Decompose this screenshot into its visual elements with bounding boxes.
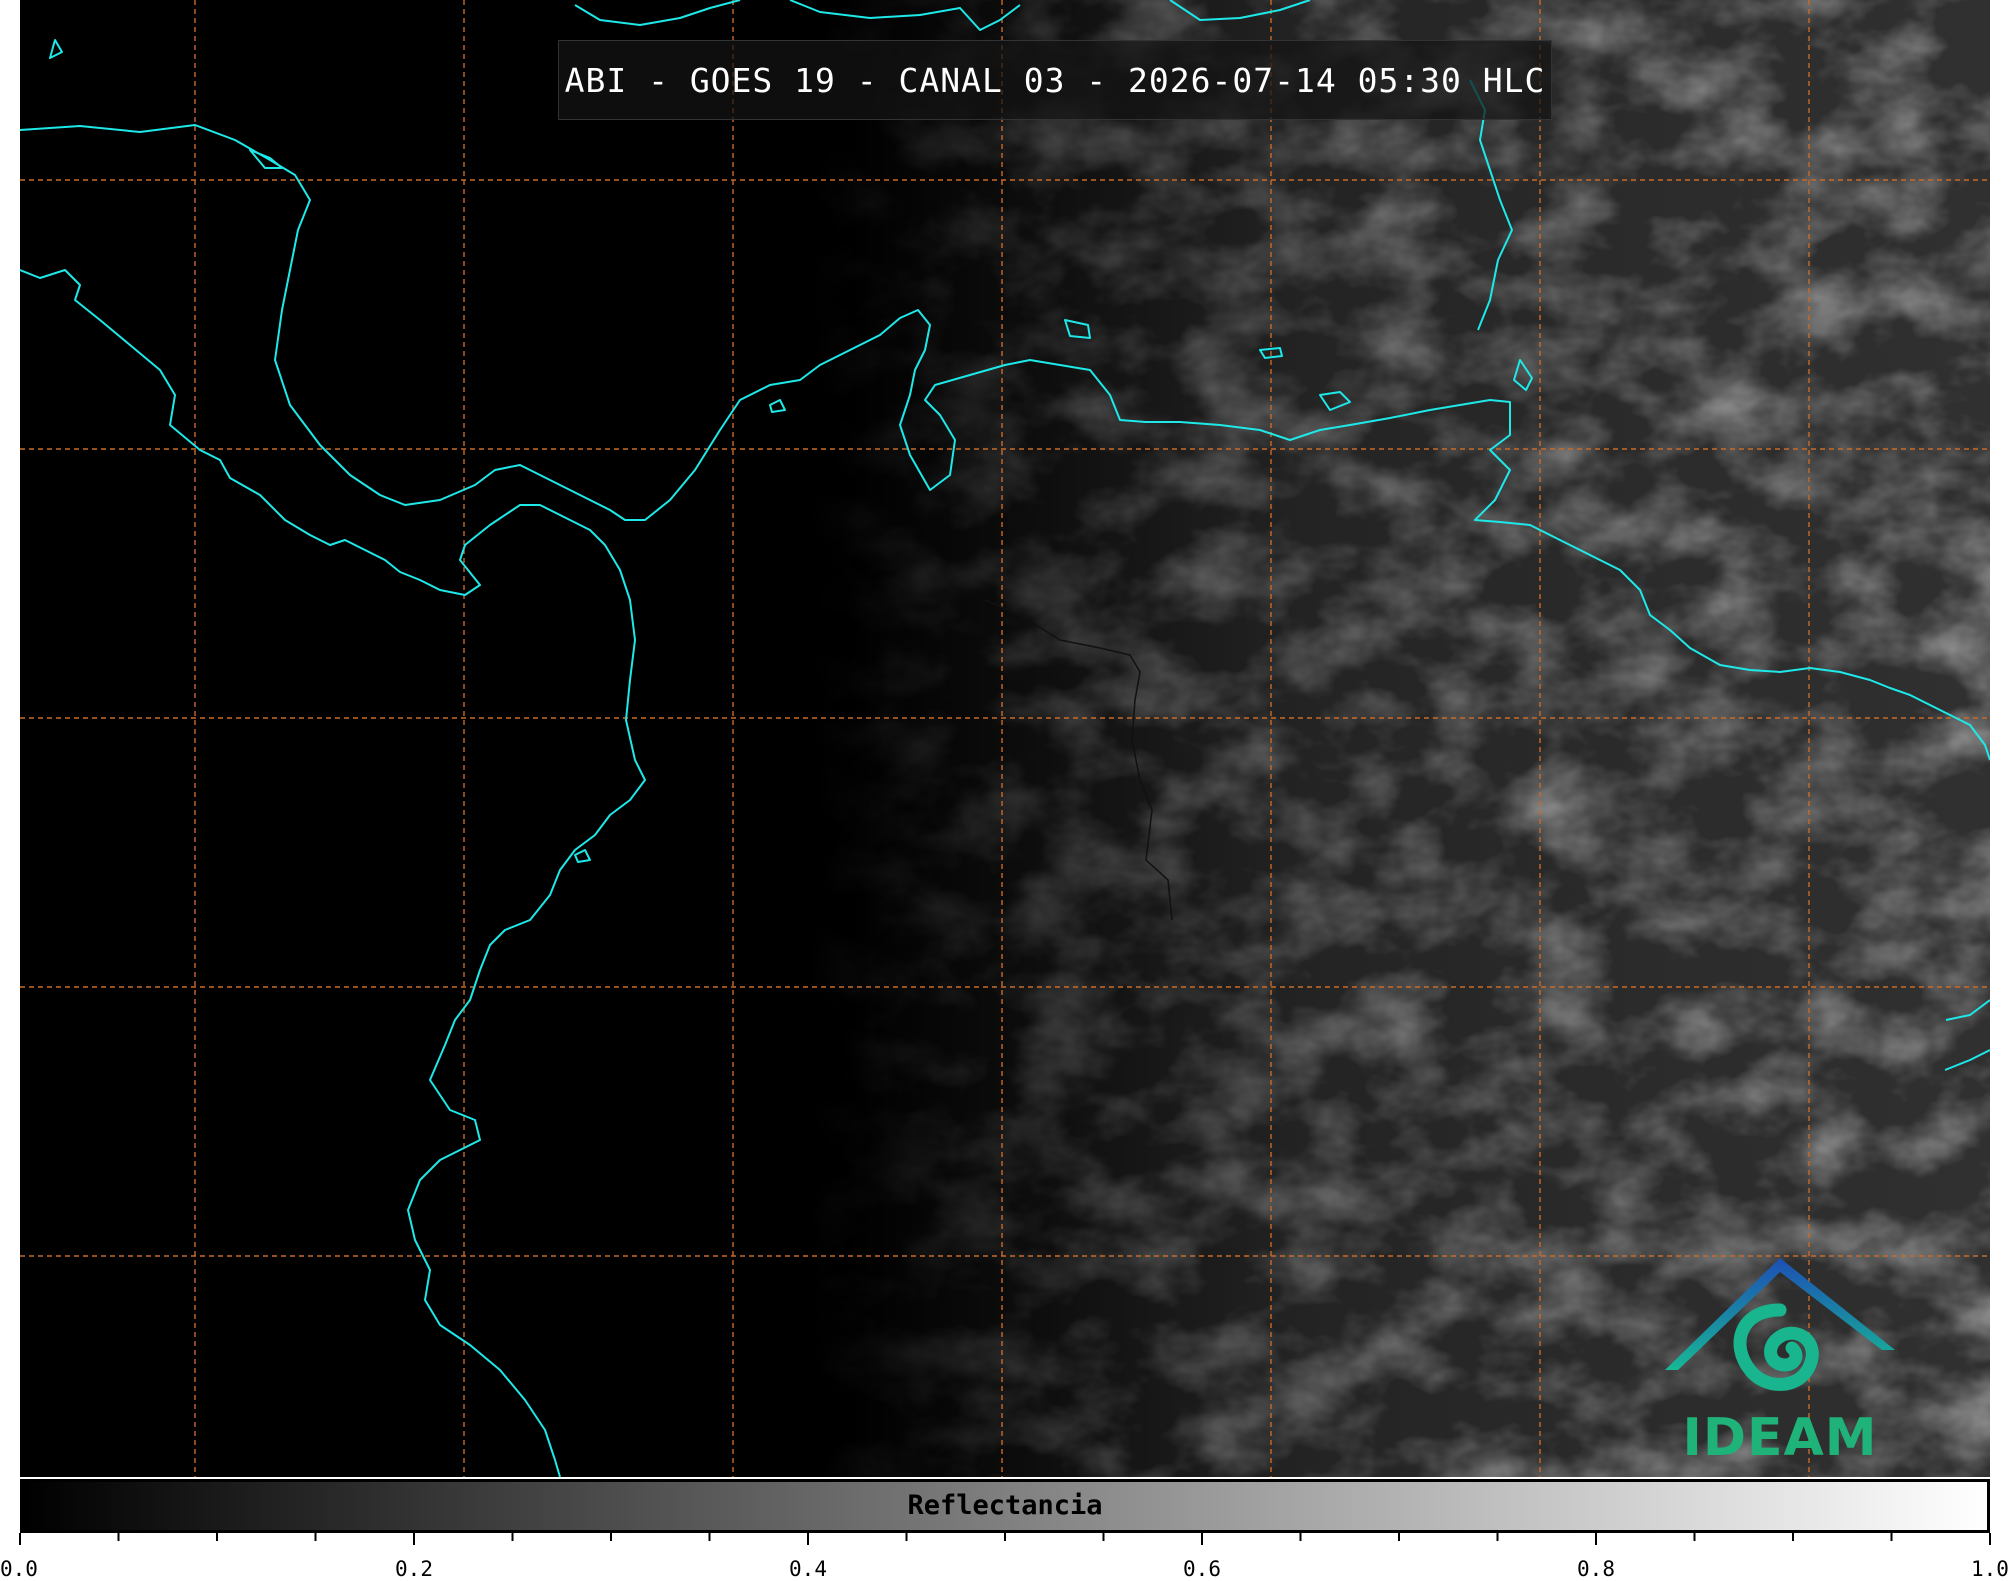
ideam-logo-icon (1665, 1258, 1895, 1391)
colorbar-label: Reflectancia (907, 1490, 1103, 1521)
colorbar-tick-label: 1.0 (1971, 1557, 2009, 1581)
map-title: ABI - GOES 19 - CANAL 03 - 2026-07-14 05… (564, 60, 1546, 100)
colorbar-tick-label: 0.2 (395, 1557, 433, 1581)
colorbar-tick-label: 0.8 (1577, 1557, 1615, 1581)
colorbar: Reflectancia (20, 1479, 1990, 1533)
colorbar-tick-label: 0.6 (1183, 1557, 1221, 1581)
colorbar-tick-label: 0.0 (0, 1557, 38, 1581)
colorbar-ticks (19, 1533, 1991, 1545)
title-box: ABI - GOES 19 - CANAL 03 - 2026-07-14 05… (558, 40, 1552, 120)
ideam-logo: IDEAM (1660, 1250, 1920, 1475)
logo-text: IDEAM (1682, 1408, 1878, 1468)
satellite-image: ABI - GOES 19 - CANAL 03 - 2026-07-14 05… (20, 0, 1990, 1477)
colorbar-tick-label: 0.4 (789, 1557, 827, 1581)
